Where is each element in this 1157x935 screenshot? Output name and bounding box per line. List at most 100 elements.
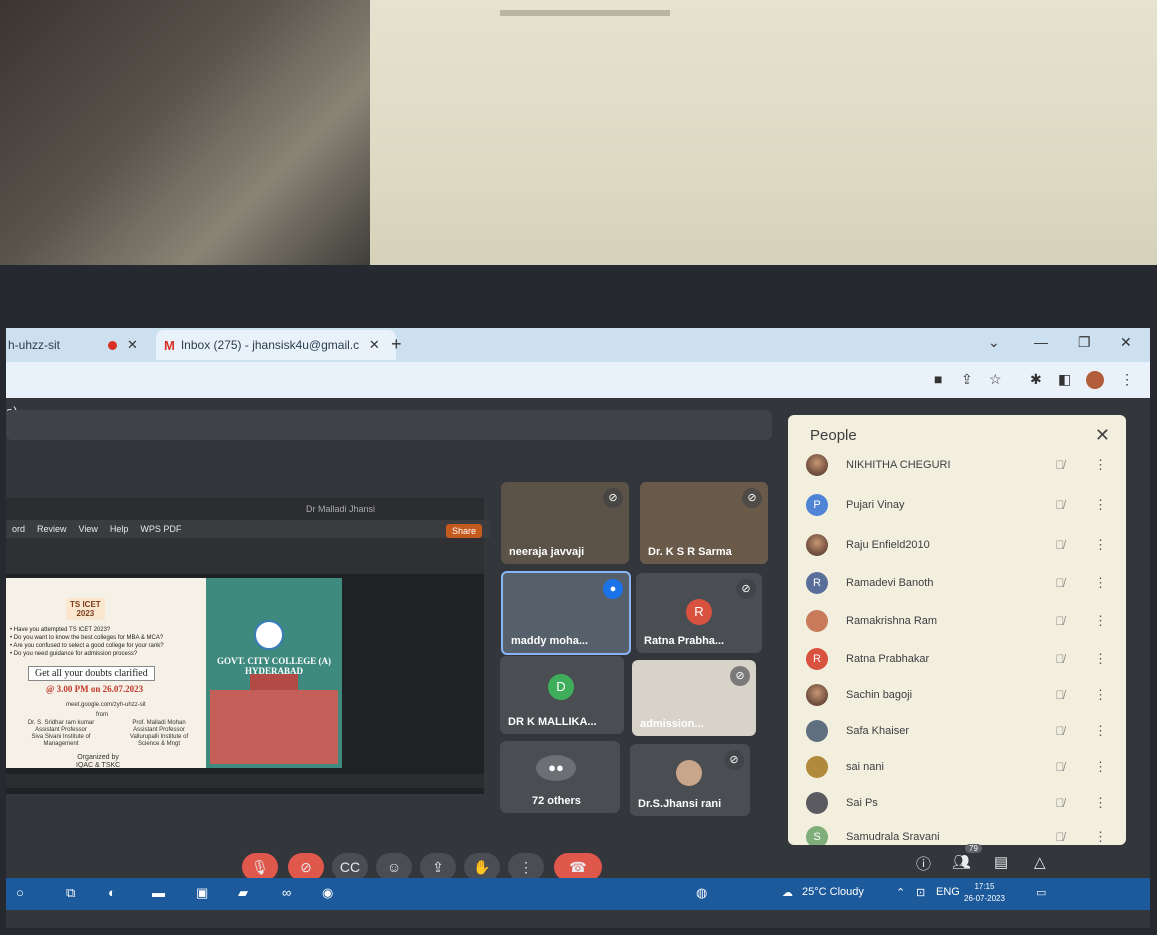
menu-item[interactable]: ord [12,524,25,534]
tab-gmail-inbox[interactable]: M Inbox (275) - jhansisk4u@gmail.c ✕ [156,330,396,360]
system-clock[interactable]: 17:15 26-07-2023 [964,881,1005,905]
mic-toggle-button[interactable]: 🎙︎ [242,853,278,881]
participant-tile[interactable]: ⊘ Dr. K S R Sarma [640,482,768,564]
menu-item[interactable]: Help [110,524,129,534]
participant-name: Sachin bagoji [846,689,913,701]
participant-tile[interactable]: ⊘ Dr.S.Jhansi rani [630,744,750,816]
more-icon[interactable]: ⋮ [1094,723,1107,739]
participant-name: admission... [640,718,704,730]
show-hidden-icons[interactable]: ⌃ [896,886,905,899]
raise-hand-button[interactable]: ✋ [464,853,500,881]
close-window-button[interactable]: ✕ [1120,334,1132,351]
tab-meet[interactable]: h-uhzz-sit ✕ [6,330,158,360]
tray-app-icon[interactable]: ◍ [696,885,707,903]
language-indicator[interactable]: ENG [936,886,960,898]
slide-college-name: GOVT. CITY COLLEGE (A) HYDERABAD [216,656,331,676]
tab-label: Inbox (275) - jhansisk4u@gmail.c [180,338,360,352]
meeting-info-icon[interactable]: ⓘ [916,853,931,874]
mic-off-icon: ⊘ [742,488,762,508]
ppt-title-bar: Dr Malladi Jhansi [6,498,484,520]
new-tab-button[interactable]: + [391,334,402,355]
profile-avatar[interactable] [1086,371,1104,389]
more-icon[interactable]: ⋮ [1094,687,1107,703]
tab-search-icon[interactable]: ⌄ [988,334,1000,351]
college-building-image [210,674,338,764]
chat-icon[interactable]: ▤ [994,853,1008,871]
task-view-icon[interactable]: ⧉ [66,885,75,903]
close-tab-icon[interactable]: ✕ [127,337,138,353]
participant-row[interactable]: R Ratna Prabhakar 🎙̸ ⋮ [806,643,1107,675]
more-icon[interactable]: ⋮ [1094,651,1107,667]
participant-name: Pujari Vinay [846,499,905,511]
notifications-icon[interactable]: ▭ [1036,886,1046,899]
more-icon[interactable]: ⋮ [1094,759,1107,775]
emoji-button[interactable]: ☺ [376,853,412,881]
network-icon[interactable]: ⊡ [916,886,925,899]
share-icon[interactable]: ⇪ [961,371,973,388]
participant-row[interactable]: Safa Khaiser 🎙̸ ⋮ [806,715,1107,747]
slide-from: from [96,712,108,718]
edge-icon[interactable]: ◐ [108,885,116,903]
file-explorer-icon[interactable]: ▬ [152,885,165,903]
menu-item[interactable]: WPS PDF [140,524,181,534]
extensions-icon[interactable]: ✱ [1030,371,1042,388]
app-icon[interactable]: ∞ [282,885,291,903]
more-icon[interactable]: ⋮ [1094,795,1107,811]
more-icon[interactable]: ⋮ [1094,829,1107,845]
people-icon[interactable]: 👥︎ [952,853,971,871]
close-tab-icon[interactable]: ✕ [369,337,380,353]
participant-row[interactable]: Sachin bagoji 🎙̸ ⋮ [806,679,1107,711]
slide-organizer: Organized by IQAC & TSKC [76,754,121,768]
participant-tile[interactable]: ●● 72 others [500,741,620,813]
participant-avatar [806,454,828,476]
participant-row[interactable]: NIKHITHA CHEGURI 🎙̸ ⋮ [806,449,1107,481]
participant-row[interactable]: sai nani 🎙̸ ⋮ [806,751,1107,783]
present-button[interactable]: ⇪ [420,853,456,881]
search-icon[interactable]: ○ [16,885,24,903]
participant-name: Ratna Prabhakar [846,653,930,665]
participant-tile[interactable]: ⊘ neeraja javvaji [501,482,629,564]
captions-button[interactable]: CC [332,853,368,881]
participant-tile[interactable]: ⦁ maddy moha... [501,571,631,655]
participant-row[interactable]: Sai Ps 🎙̸ ⋮ [806,787,1107,819]
menu-item[interactable]: Review [37,524,67,534]
mic-off-icon: ⊘ [730,666,750,686]
activities-icon[interactable]: △ [1034,853,1046,871]
more-icon[interactable]: ⋮ [1094,613,1107,629]
menu-item[interactable]: View [79,524,98,534]
participant-avatar [806,792,828,814]
slide-bullets: • Have you attempted TS ICET 2023? • Do … [10,627,164,657]
restore-button[interactable]: ❐ [1078,334,1091,351]
bookmark-star-icon[interactable]: ☆ [989,371,1002,388]
participant-tile[interactable]: ⊘ R Ratna Prabha... [636,573,762,653]
close-panel-button[interactable]: ✕ [1095,425,1110,446]
more-icon[interactable]: ⋮ [1094,537,1107,553]
participant-avatar: R [806,648,828,670]
ppt-share-button[interactable]: Share [445,524,482,538]
side-panel-icon[interactable]: ◧ [1058,371,1071,388]
ppt-window-title: Dr Malladi Jhansi [306,504,376,514]
chrome-icon[interactable]: ◉ [322,885,333,903]
app-icon[interactable]: ▰ [238,885,248,903]
more-options-button[interactable]: ⋮ [508,853,544,881]
more-icon[interactable]: ⋮ [1094,457,1107,473]
participant-row[interactable]: S Samudrala Sravani 🎙̸ ⋮ [806,821,1107,845]
presentation-share: Dr Malladi Jhansi ord Review View Help W… [6,498,490,794]
participant-row[interactable]: Raju Enfield2010 🎙̸ ⋮ [806,529,1107,561]
participant-row[interactable]: P Pujari Vinay 🎙̸ ⋮ [806,489,1107,521]
minimize-button[interactable]: — [1034,334,1048,350]
participant-tile[interactable]: ⊘ admission... [632,660,756,736]
menu-icon[interactable]: ⋮ [1120,371,1134,388]
end-call-button[interactable]: ☎ [554,853,602,881]
weather-widget[interactable]: 25°C Cloudy [802,886,864,898]
participant-row[interactable]: R Ramadevi Banoth 🎙̸ ⋮ [806,567,1107,599]
mic-off-icon: 🎙̸ [1055,796,1065,810]
participant-row[interactable]: Ramakrishna Ram 🎙̸ ⋮ [806,605,1107,637]
mic-off-icon: 🎙̸ [1055,538,1065,552]
camera-toggle-button[interactable]: ⊘ [288,853,324,881]
more-icon[interactable]: ⋮ [1094,575,1107,591]
store-icon[interactable]: ▣ [196,885,208,903]
camera-icon[interactable]: ■ [934,371,942,387]
more-icon[interactable]: ⋮ [1094,497,1107,513]
participant-tile[interactable]: D DR K MALLIKA... [500,656,624,734]
